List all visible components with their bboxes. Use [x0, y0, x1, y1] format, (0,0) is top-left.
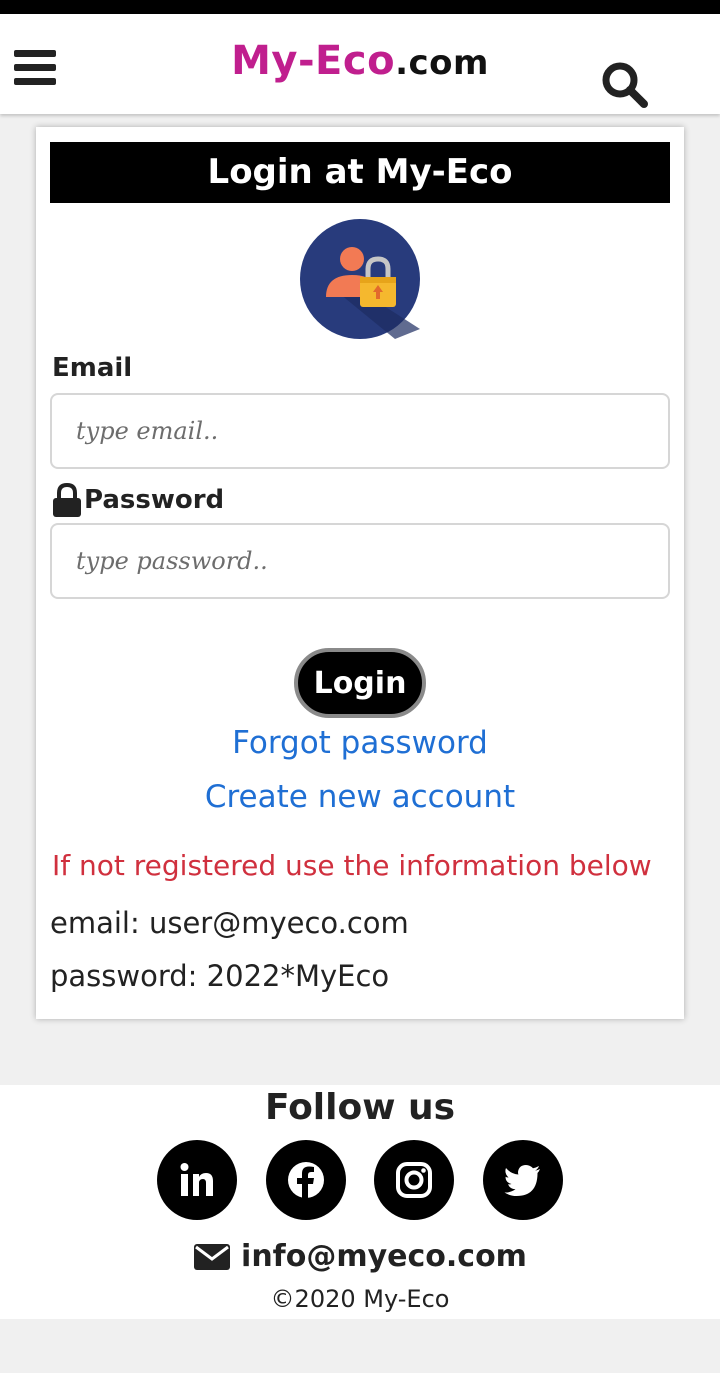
envelope-icon	[194, 1243, 231, 1270]
contact-email-text: info@myeco.com	[241, 1239, 527, 1274]
demo-password-text: password: 2022*MyEco	[50, 959, 390, 993]
contact-email[interactable]: info@myeco.com	[0, 1239, 720, 1274]
forgot-password-link[interactable]: Forgot password	[36, 725, 684, 761]
password-field[interactable]	[50, 523, 670, 599]
demo-email-text: email: user@myeco.com	[50, 906, 409, 940]
search-icon[interactable]	[600, 60, 652, 112]
login-button[interactable]: Login	[294, 648, 426, 718]
password-label-row: Password	[52, 483, 224, 517]
login-title: Login at My-Eco	[50, 142, 670, 203]
top-bar: My-Eco.com	[0, 14, 720, 114]
password-label: Password	[84, 485, 225, 515]
brand-name: My-Eco	[231, 38, 396, 84]
follow-us-title: Follow us	[264, 1087, 456, 1128]
user-lock-icon	[300, 219, 420, 339]
linkedin-icon[interactable]	[157, 1140, 237, 1220]
email-label: Email	[52, 353, 133, 383]
create-account-link[interactable]: Create new account	[36, 779, 684, 815]
login-card: Login at My-Eco Email Password Login For…	[36, 127, 684, 1019]
footer: Follow us info@myeco.com ©2020 My-Eco	[0, 1085, 720, 1319]
email-field[interactable]	[50, 393, 670, 469]
facebook-icon[interactable]	[266, 1140, 346, 1220]
copyright-text: ©2020 My-Eco	[270, 1285, 450, 1313]
instagram-icon[interactable]	[374, 1140, 454, 1220]
brand-suffix: .com	[395, 43, 489, 83]
registration-notice: If not registered use the information be…	[52, 849, 652, 882]
status-bar	[0, 0, 720, 14]
twitter-icon[interactable]	[483, 1140, 563, 1220]
lock-icon	[53, 483, 81, 517]
